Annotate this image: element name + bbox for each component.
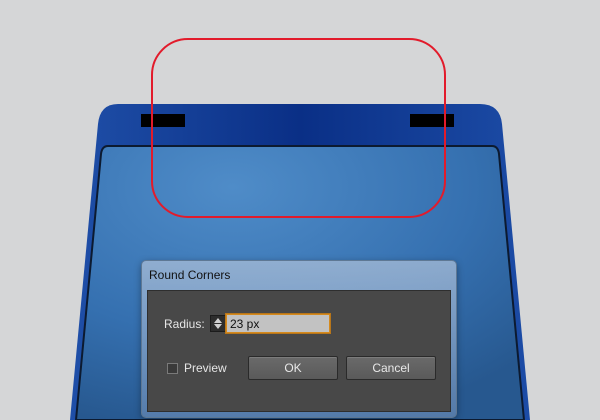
right-slot: [410, 114, 454, 127]
stepper-up-icon[interactable]: [214, 318, 222, 323]
radius-stepper[interactable]: [210, 315, 226, 332]
ok-button[interactable]: OK: [248, 356, 338, 380]
preview-label[interactable]: Preview: [184, 361, 227, 375]
left-slot: [141, 114, 185, 127]
preview-checkbox[interactable]: [167, 363, 178, 374]
dialog-body: Radius: Preview OK Cancel: [147, 290, 451, 412]
stepper-down-icon[interactable]: [214, 324, 222, 329]
round-corners-dialog: Round Corners Radius: Preview OK Cancel: [142, 261, 456, 417]
cancel-button[interactable]: Cancel: [346, 356, 436, 380]
dialog-title: Round Corners: [149, 268, 231, 282]
radius-input[interactable]: [225, 313, 331, 334]
radius-label: Radius:: [164, 317, 205, 331]
